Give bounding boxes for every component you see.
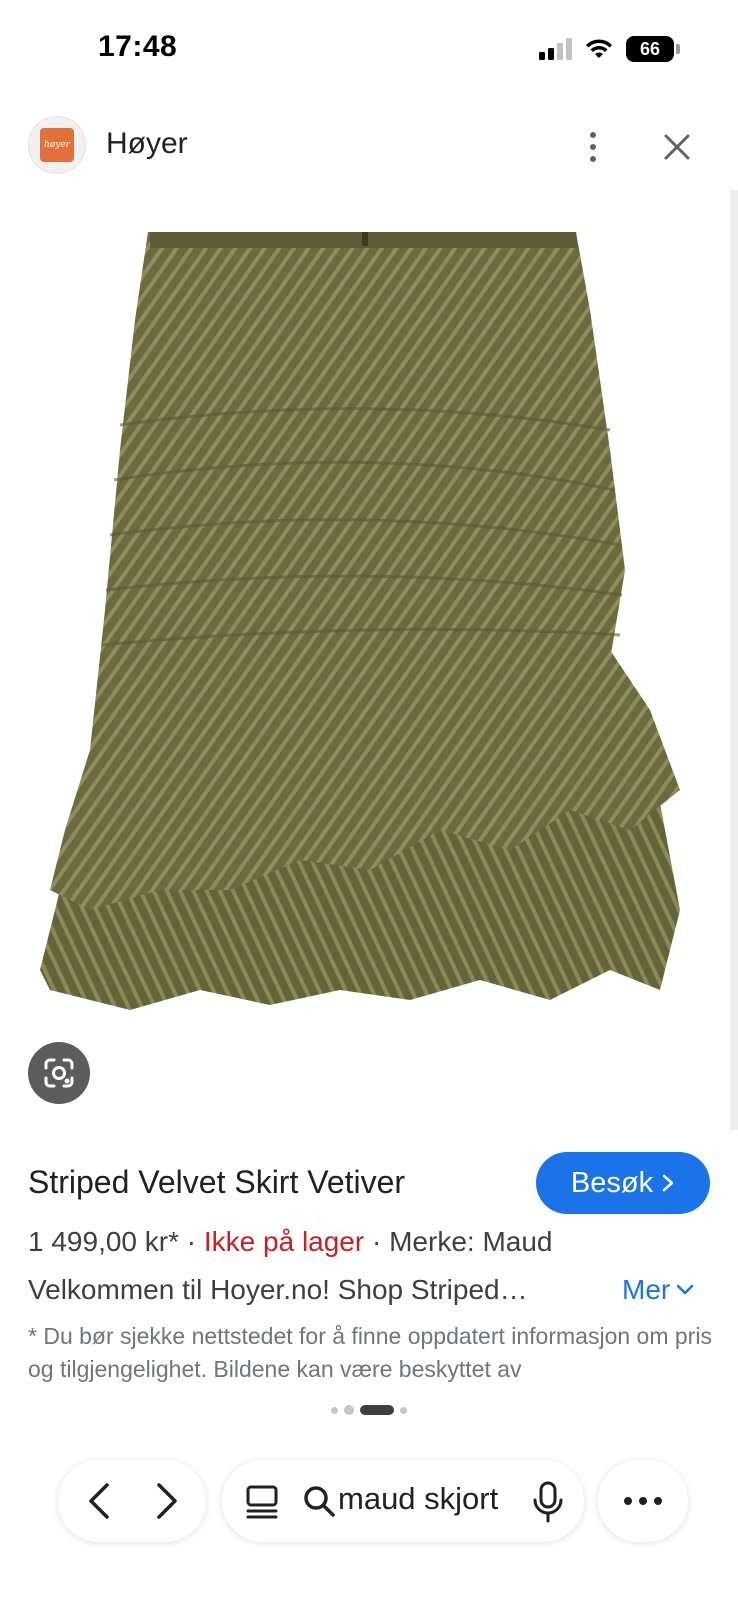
navigation-pill xyxy=(58,1460,206,1542)
status-bar: 17:48 66 xyxy=(0,0,738,100)
more-button-label: Mer xyxy=(622,1274,671,1305)
cellular-signal-icon xyxy=(539,38,572,60)
site-logo-mark: høyer xyxy=(40,128,74,162)
separator: · xyxy=(179,1226,204,1257)
image-pager[interactable] xyxy=(0,1405,738,1415)
tabs-icon[interactable] xyxy=(242,1482,282,1522)
bottom-toolbar: maud skjort xyxy=(0,1460,738,1544)
site-title: Høyer xyxy=(106,127,188,160)
forward-arrow-icon[interactable] xyxy=(140,1474,194,1528)
visit-button[interactable]: Besøk xyxy=(536,1152,710,1214)
more-horiz-icon[interactable] xyxy=(598,1460,688,1542)
wifi-icon xyxy=(586,39,612,58)
site-logo[interactable]: høyer xyxy=(28,116,86,174)
skirt-illustration xyxy=(10,190,728,1130)
brand: Merke: Maud xyxy=(389,1226,553,1257)
battery-icon: 66 xyxy=(626,36,680,62)
price: 1 499,00 kr* xyxy=(28,1226,179,1257)
disclaimer: * Du bør sjekke nettstedet for å finne o… xyxy=(28,1323,712,1382)
close-icon[interactable] xyxy=(652,122,702,172)
stock-status: Ikke på lager xyxy=(203,1226,365,1257)
battery-level: 66 xyxy=(639,38,661,59)
product-title: Striped Velvet Skirt Vetiver xyxy=(28,1164,406,1200)
visit-button-label: Besøk xyxy=(570,1166,654,1199)
separator: · xyxy=(364,1226,390,1257)
more-button[interactable]: Mer xyxy=(622,1274,694,1306)
pager-dot[interactable] xyxy=(331,1406,338,1414)
mic-icon[interactable] xyxy=(528,1480,568,1524)
pager-dot[interactable] xyxy=(344,1405,354,1415)
product-image[interactable] xyxy=(10,190,728,1130)
scrollbar[interactable] xyxy=(730,190,738,1130)
more-vert-icon[interactable] xyxy=(568,122,618,172)
price-line: 1 499,00 kr* · Ikke på lager · Merke: Ma… xyxy=(28,1226,553,1258)
pager-dot[interactable] xyxy=(400,1406,407,1414)
pager-dot-active[interactable] xyxy=(360,1405,394,1415)
google-lens-icon[interactable] xyxy=(28,1042,90,1104)
product-description: Velkommen til Hoyer.no! Shop Striped… xyxy=(28,1274,528,1305)
back-arrow-icon[interactable] xyxy=(72,1474,126,1528)
chevron-right-icon xyxy=(662,1174,674,1192)
search-query[interactable]: maud skjort xyxy=(338,1481,498,1517)
chevron-down-icon xyxy=(676,1284,694,1295)
status-time: 17:48 xyxy=(98,30,178,63)
search-bar[interactable]: maud skjort xyxy=(222,1460,584,1542)
site-header: høyer Høyer xyxy=(0,112,738,188)
search-icon xyxy=(304,1486,335,1517)
status-icons: 66 xyxy=(539,36,680,62)
